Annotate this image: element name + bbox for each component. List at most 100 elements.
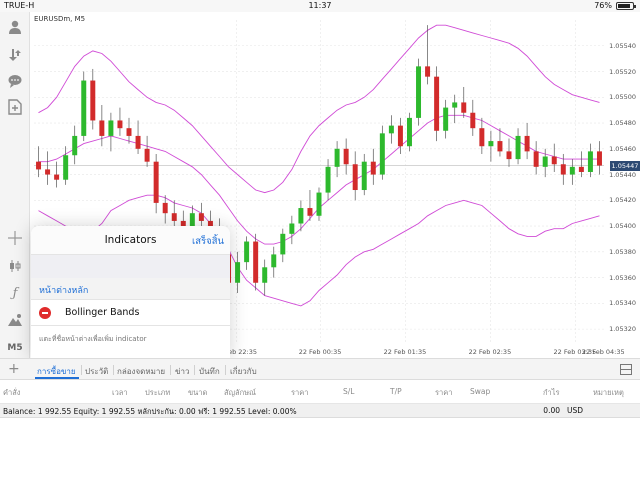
tab-mailbox[interactable]: กล่องจดหมาย (117, 365, 165, 378)
candle-bearish (352, 164, 358, 191)
terminal-tabs: + การซื้อขาย ประวัติ กล่องจดหมาย ข่าว บั… (0, 358, 640, 380)
price-tick-label: 1.05540 (609, 41, 636, 50)
tab-divider (113, 365, 114, 375)
column-header: ราคา (435, 388, 453, 397)
candle-bearish (117, 120, 123, 129)
column-header: ราคา (291, 388, 309, 397)
plus-icon[interactable]: + (8, 361, 20, 377)
candle-bullish (108, 120, 114, 136)
chart-symbol: EURUSDm, M5 (34, 15, 86, 23)
candle-bearish (370, 161, 376, 175)
candle-bearish (307, 208, 313, 216)
bollinger-upper-band (38, 24, 600, 194)
tab-journal[interactable]: บันทึก (199, 365, 220, 378)
candle-bearish (397, 125, 403, 147)
layout-icon[interactable] (620, 364, 632, 375)
candle-bearish (343, 148, 349, 165)
candle-bullish (542, 156, 548, 167)
user-icon[interactable] (3, 16, 27, 38)
candles-icon[interactable] (3, 255, 27, 277)
price-tick-label: 1.05480 (609, 119, 636, 128)
column-header: หมายเหตุ (593, 388, 624, 397)
candle-bullish (416, 66, 422, 118)
candle-bullish (379, 133, 385, 175)
candle-bullish (289, 223, 295, 234)
price-tick-label: 1.05360 (609, 273, 636, 282)
candle-bearish (36, 161, 42, 170)
candle-bullish (298, 208, 304, 224)
tab-news[interactable]: ข่าว (175, 365, 189, 378)
candle-bullish (406, 117, 412, 147)
indicator-row-bollinger[interactable]: Bollinger Bands (31, 300, 230, 326)
candle-bullish (72, 135, 78, 156)
candle-bullish (569, 166, 575, 175)
price-tick-label: 1.05460 (609, 144, 636, 153)
section-label: หน้าต่างหลัก (39, 286, 89, 296)
indicator-icon[interactable]: ƒ (3, 282, 27, 304)
column-header: T/P (390, 387, 402, 396)
tab-history[interactable]: ประวัติ (85, 365, 108, 378)
candle-bearish (126, 128, 132, 136)
candle-bullish (488, 141, 494, 147)
left-toolbar: ƒ M5 (0, 12, 30, 358)
candle-bearish (551, 156, 557, 165)
price-tick-label: 1.05400 (609, 222, 636, 231)
chat-icon[interactable] (3, 70, 27, 92)
candle-bearish (54, 174, 60, 180)
candle-bullish (325, 166, 331, 193)
candle-bearish (533, 151, 539, 167)
candle-bearish (144, 148, 150, 162)
timeframe-button[interactable]: M5 (3, 337, 27, 359)
candle-bearish (596, 151, 602, 166)
candle-bullish (443, 107, 449, 131)
candle-bullish (334, 148, 340, 167)
column-header: ขนาด (188, 388, 208, 397)
trade-icon[interactable] (3, 44, 27, 66)
status-bar: TRUE-H 11:37 76% (0, 0, 640, 12)
candle-bearish (425, 66, 431, 77)
column-header: สัญลักษณ์ (224, 388, 257, 397)
price-tick-label: 1.05340 (609, 299, 636, 308)
column-header: S/L (343, 387, 355, 396)
time-tick-label: 22 Feb 01:35 (383, 348, 427, 356)
candle-bullish (280, 233, 286, 255)
candle-bullish (361, 161, 367, 191)
price-tick-label: 1.05420 (609, 196, 636, 205)
time-tick-label: 22 Feb 02:35 (468, 348, 512, 356)
candle-bullish (587, 151, 593, 172)
candle-bearish (506, 151, 512, 160)
time-tick-label: 22 Feb 04:35 (582, 348, 625, 356)
crosshair-icon[interactable] (3, 227, 27, 249)
candle-bullish (515, 135, 521, 160)
battery-percent: 76% (594, 1, 612, 10)
candle-bearish (497, 141, 503, 152)
new-order-icon[interactable] (3, 96, 27, 118)
objects-icon[interactable] (3, 309, 27, 331)
candle-bearish (524, 135, 530, 152)
tab-about[interactable]: เกี่ยวกับ (230, 365, 257, 378)
candle-bearish (45, 169, 51, 175)
column-header: คำสั่ง (3, 388, 21, 397)
candle-bullish (81, 80, 87, 136)
candle-bearish (461, 102, 467, 113)
candle-bearish (578, 166, 584, 172)
current-price-label: 1.05447 (610, 160, 640, 171)
price-tick-label: 1.05520 (609, 67, 636, 76)
remove-icon[interactable] (39, 307, 51, 319)
candle-bearish (434, 76, 440, 131)
candle-bullish (452, 102, 458, 108)
candle-bearish (90, 80, 96, 121)
popover-spacer (31, 255, 230, 278)
candle-bullish (244, 241, 250, 263)
candle-bearish (153, 161, 159, 203)
price-tick-label: 1.05500 (609, 93, 636, 102)
tab-divider (170, 365, 171, 375)
main-window-section[interactable]: หน้าต่างหลัก (31, 278, 230, 300)
done-button[interactable]: เสร็จสิ้น (192, 234, 224, 249)
price-tick-label: 1.05440 (609, 170, 636, 179)
tab-divider (81, 365, 82, 375)
popover-header: Indicators เสร็จสิ้น (31, 226, 230, 255)
candle-bearish (99, 120, 105, 136)
tab-divider (194, 365, 195, 375)
candle-bearish (135, 135, 141, 149)
